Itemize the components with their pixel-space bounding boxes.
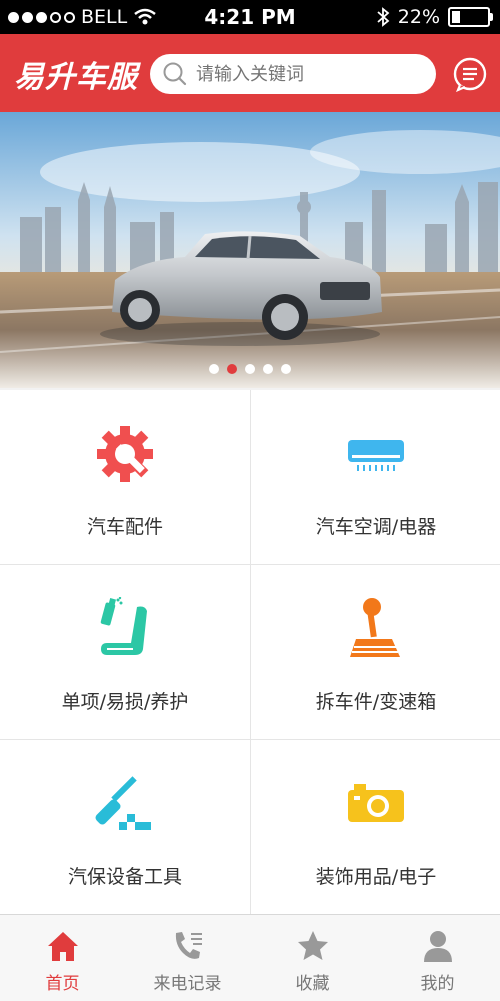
home-icon [47, 932, 78, 961]
category-label: 汽保设备工具 [67, 866, 182, 888]
screwdriver-tools-icon [95, 776, 151, 830]
car-banner-image [0, 112, 500, 388]
category-service-tools[interactable]: 汽保设备工具 [0, 740, 250, 916]
banner-pager [0, 364, 500, 374]
category-label: 汽车配件 [86, 516, 163, 538]
category-dismantled-parts[interactable]: 拆车件/变速箱 [251, 565, 500, 739]
status-bar: BELL 4:21 PM 22% [0, 0, 500, 34]
category-ac-electrical[interactable]: 汽车空调/电器 [251, 390, 500, 564]
search-icon [163, 62, 187, 86]
category-auto-parts[interactable]: 汽车配件 [0, 390, 250, 564]
gear-shifter-icon [350, 598, 400, 657]
tab-label: 首页 [45, 974, 80, 994]
air-conditioner-icon [348, 440, 404, 471]
tab-label: 收藏 [295, 974, 330, 994]
battery-percent: 22% [397, 6, 440, 28]
pager-dot[interactable] [281, 364, 291, 374]
category-maintenance[interactable]: 单项/易损/养护 [0, 565, 250, 739]
tab-label: 来电记录 [153, 974, 222, 994]
category-label: 单项/易损/养护 [61, 691, 189, 713]
call-log-icon [175, 932, 202, 959]
tab-label: 我的 [420, 974, 455, 994]
tab-home[interactable]: 首页 [0, 915, 125, 1001]
category-decoration-electronics[interactable]: 装饰用品/电子 [251, 740, 500, 916]
category-grid: 汽车配件 汽车空调/电器 单项/易损/养护 拆车件/变速箱 汽保设备工具 装饰用… [0, 390, 500, 916]
tab-call-log[interactable]: 来电记录 [125, 915, 250, 1001]
brand-logo: 易升车服 [14, 60, 138, 95]
category-label: 汽车空调/电器 [315, 516, 437, 538]
app-header: 易升车服 [0, 34, 500, 112]
wrench-gear-icon [97, 426, 153, 482]
category-label: 装饰用品/电子 [315, 866, 437, 888]
camera-icon [348, 784, 404, 822]
pager-dot[interactable] [245, 364, 255, 374]
star-icon [297, 931, 328, 960]
person-icon [423, 931, 452, 962]
category-label: 拆车件/变速箱 [315, 691, 437, 713]
pager-dot[interactable] [263, 364, 273, 374]
promo-banner[interactable] [0, 112, 500, 388]
search-input[interactable] [194, 62, 428, 86]
bottom-tab-bar: 首页 来电记录 收藏 我的 [0, 914, 500, 1001]
bluetooth-icon [377, 7, 390, 27]
battery-icon [448, 7, 493, 27]
pager-dot[interactable] [209, 364, 219, 374]
pager-dot-active[interactable] [227, 364, 237, 374]
search-bar[interactable] [150, 54, 436, 94]
message-icon[interactable] [452, 56, 488, 92]
spray-seat-icon [100, 597, 147, 655]
tab-favorites[interactable]: 收藏 [250, 915, 375, 1001]
tab-profile[interactable]: 我的 [375, 915, 500, 1001]
